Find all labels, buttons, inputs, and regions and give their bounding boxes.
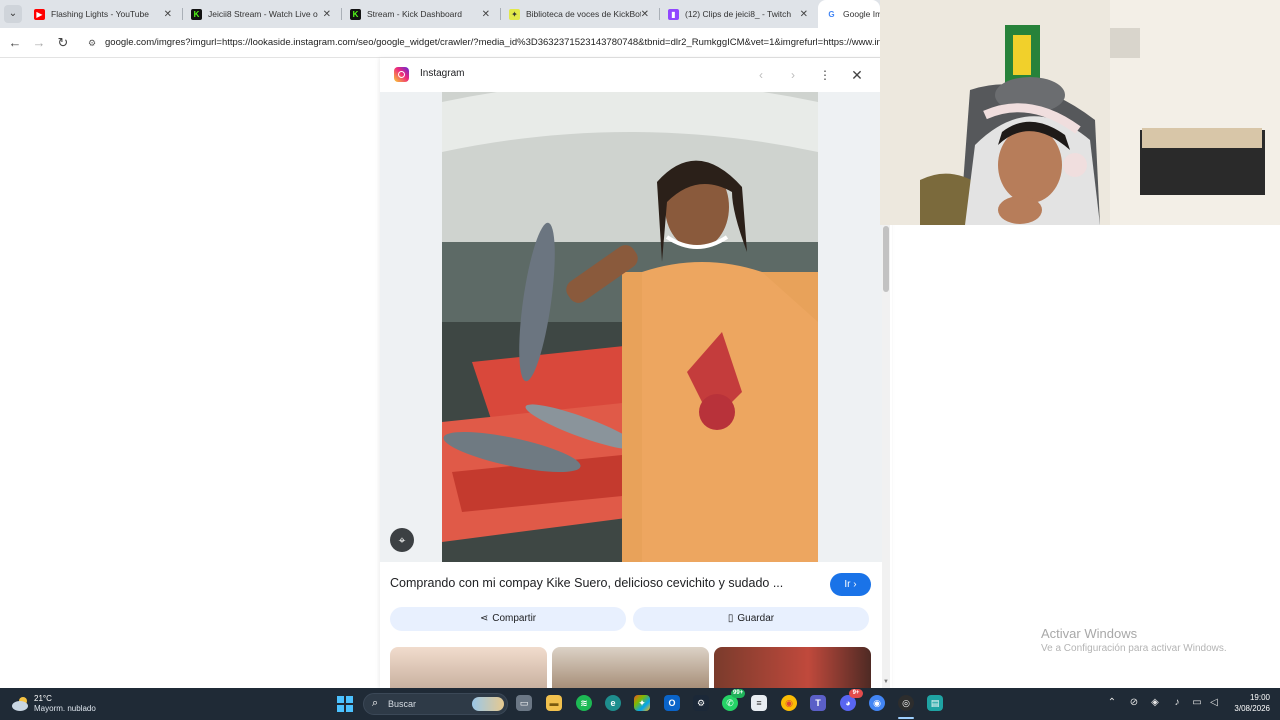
teams-icon[interactable]: T bbox=[810, 695, 826, 711]
tab-kickbot[interactable]: ✦ Biblioteca de voces de KickBot ✕ bbox=[501, 0, 659, 28]
weather-temperature[interactable]: 21°C bbox=[34, 694, 52, 703]
close-tab-icon[interactable]: ✕ bbox=[323, 9, 331, 20]
youtube-icon: ▶ bbox=[34, 8, 45, 20]
image-preview-panel: Instagram ‹ › ⋮ ✕ ⌖ Comprando con mi com… bbox=[380, 58, 892, 688]
taskbar: 21°C Mayorm. nublado ⌕ Buscar ▭ ▬ ≋ e ✦ … bbox=[0, 688, 1280, 720]
steam-icon[interactable]: ⚙ bbox=[693, 695, 709, 711]
instagram-icon bbox=[394, 67, 409, 82]
clock-date[interactable]: 3/08/2026 bbox=[1222, 704, 1270, 713]
scrollbar-thumb[interactable] bbox=[883, 226, 889, 292]
spotify-icon[interactable]: ≋ bbox=[576, 695, 592, 711]
related-image-thumb[interactable] bbox=[552, 647, 709, 688]
search-highlight-image bbox=[472, 697, 504, 711]
close-icon[interactable]: ✕ bbox=[848, 66, 866, 84]
windows-start-icon[interactable] bbox=[337, 696, 353, 712]
close-tab-icon[interactable]: ✕ bbox=[641, 9, 649, 20]
kick-icon: K bbox=[350, 8, 361, 20]
tab-title: Biblioteca de voces de KickBot bbox=[526, 9, 641, 19]
tab-kick-stream[interactable]: K Jeicii8 Stream - Watch Live on Kick ✕ bbox=[183, 0, 341, 28]
browser-toolbar: ← → ↻ ⚙ google.com/imgres?imgurl=https:/… bbox=[0, 28, 880, 58]
edge-icon[interactable]: e bbox=[605, 695, 621, 711]
volume-icon[interactable]: ◁ bbox=[1207, 697, 1221, 708]
tab-title: (12) Clips de jeici8_ - Twitch bbox=[685, 9, 792, 19]
notepad-icon[interactable]: ≡ bbox=[751, 695, 767, 711]
webcam-overlay bbox=[880, 0, 1280, 225]
share-button[interactable]: ⋖ Compartir bbox=[390, 607, 626, 631]
outlook-icon[interactable]: O bbox=[664, 695, 680, 711]
webcam-feed bbox=[880, 0, 1280, 225]
address-bar[interactable]: google.com/imgres?imgurl=https://lookasi… bbox=[105, 36, 880, 50]
market-photo bbox=[442, 92, 818, 562]
tab-bar: ⌄ ▶ Flashing Lights - YouTube ✕ K Jeicii… bbox=[0, 0, 880, 28]
tab-title: Stream - Kick Dashboard bbox=[367, 9, 462, 19]
more-options-icon[interactable]: ⋮ bbox=[816, 66, 834, 84]
file-explorer-icon[interactable]: ▬ bbox=[546, 695, 562, 711]
show-hidden-icons-chevron-icon[interactable]: ⌃ bbox=[1105, 697, 1119, 708]
close-tab-icon[interactable]: ✕ bbox=[800, 9, 808, 20]
network-off-icon[interactable]: ⊘ bbox=[1127, 697, 1141, 708]
share-label: Compartir bbox=[492, 613, 537, 624]
site-settings-icon[interactable]: ⚙ bbox=[86, 37, 98, 49]
weather-description[interactable]: Mayorm. nublado bbox=[34, 704, 96, 713]
taskbar-search[interactable]: ⌕ Buscar bbox=[363, 693, 508, 715]
whatsapp-icon[interactable]: ✆ 99+ bbox=[722, 689, 746, 711]
tab-title: Google Imágenes bbox=[843, 9, 880, 19]
tab-twitch[interactable]: ▮ (12) Clips de jeici8_ - Twitch ✕ bbox=[660, 0, 818, 28]
clock-time[interactable]: 19:00 bbox=[1230, 693, 1270, 702]
active-app-indicator bbox=[898, 717, 914, 719]
discord-icon[interactable]: ◕ 9+ bbox=[840, 689, 863, 711]
microphone-icon[interactable]: ♪ bbox=[1170, 697, 1184, 708]
copilot-icon[interactable]: ✦ bbox=[634, 695, 650, 711]
activate-windows-subtitle: Ve a Configuración para activar Windows. bbox=[1041, 643, 1227, 654]
chevron-right-icon: › bbox=[853, 579, 857, 590]
forward-arrow-icon[interactable]: → bbox=[30, 34, 48, 52]
scroll-down-arrow-icon[interactable]: ▼ bbox=[882, 678, 890, 686]
preview-image[interactable] bbox=[442, 92, 818, 562]
bookmark-icon: ▯ bbox=[727, 613, 734, 624]
display-icon[interactable]: ▭ bbox=[1190, 697, 1204, 708]
image-caption[interactable]: Comprando con mi compay Kike Suero, deli… bbox=[390, 576, 783, 590]
back-arrow-icon[interactable]: ← bbox=[6, 34, 24, 52]
visit-button[interactable]: Ir › bbox=[830, 573, 871, 596]
chrome-profile-icon[interactable]: ◉ bbox=[869, 695, 885, 711]
google-lens-icon[interactable]: ⌖ bbox=[390, 528, 414, 552]
close-tab-icon[interactable]: ✕ bbox=[482, 9, 490, 20]
reload-icon[interactable]: ↻ bbox=[54, 34, 72, 52]
tab-google-images[interactable]: G Google Imágenes bbox=[818, 0, 880, 28]
twitch-icon: ▮ bbox=[668, 8, 679, 20]
search-icon: ⌕ bbox=[372, 697, 379, 709]
save-label: Guardar bbox=[737, 613, 775, 624]
tab-youtube[interactable]: ▶ Flashing Lights - YouTube ✕ bbox=[26, 0, 182, 28]
weather-cloud-icon[interactable] bbox=[11, 693, 31, 713]
activate-windows-title: Activar Windows bbox=[1041, 626, 1138, 641]
visit-label: Ir bbox=[844, 579, 851, 590]
share-icon: ⋖ bbox=[479, 613, 489, 624]
tab-search-chevron-icon[interactable]: ⌄ bbox=[4, 5, 22, 23]
chevron-left-icon[interactable]: ‹ bbox=[752, 66, 770, 84]
panel-source[interactable]: Instagram bbox=[420, 68, 464, 79]
google-icon: G bbox=[826, 8, 837, 20]
discord-badge: 9+ bbox=[849, 689, 863, 698]
related-image-thumb[interactable] bbox=[390, 647, 547, 688]
whatsapp-badge: 99+ bbox=[731, 689, 746, 698]
notes-app-icon[interactable]: ▤ bbox=[927, 695, 943, 711]
security-icon[interactable]: ◈ bbox=[1148, 697, 1162, 708]
chrome-icon[interactable]: ◉ bbox=[781, 695, 797, 711]
close-tab-icon[interactable]: ✕ bbox=[164, 9, 172, 20]
kick-icon: K bbox=[191, 8, 202, 20]
tab-kick-dashboard[interactable]: K Stream - Kick Dashboard ✕ bbox=[342, 0, 500, 28]
task-view-icon[interactable]: ▭ bbox=[516, 695, 532, 711]
tab-title: Jeicii8 Stream - Watch Live on Kick bbox=[208, 9, 318, 19]
chevron-right-icon[interactable]: › bbox=[784, 66, 802, 84]
search-placeholder: Buscar bbox=[388, 699, 417, 709]
page-scrollbar[interactable] bbox=[882, 225, 890, 688]
obs-icon[interactable]: ◎ bbox=[898, 695, 914, 711]
kickbot-icon: ✦ bbox=[509, 8, 520, 20]
related-image-thumb[interactable] bbox=[714, 647, 871, 688]
save-button[interactable]: ▯ Guardar bbox=[633, 607, 869, 631]
tab-title: Flashing Lights - YouTube bbox=[51, 9, 149, 19]
